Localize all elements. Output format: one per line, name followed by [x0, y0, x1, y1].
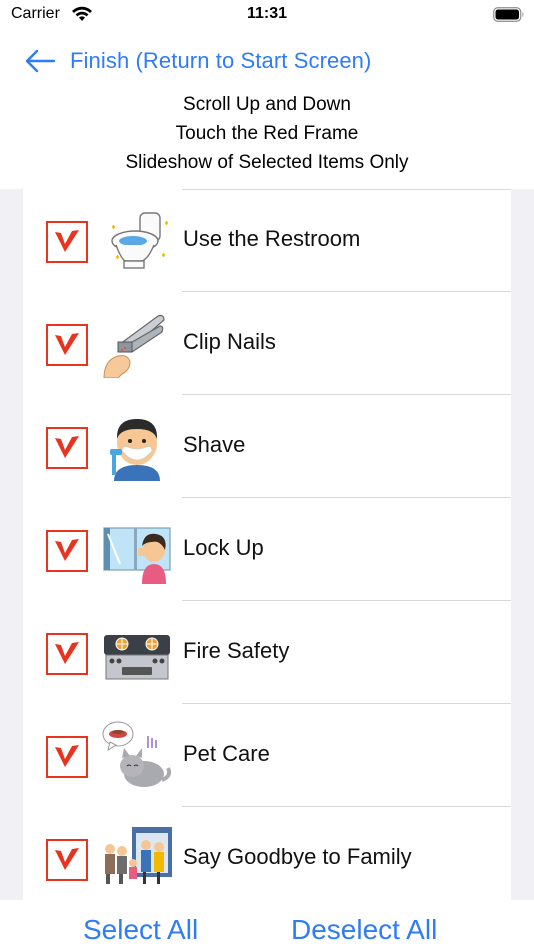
check-mark-icon — [55, 642, 79, 664]
shaving-man-icon — [110, 419, 160, 481]
item-checkbox[interactable] — [46, 530, 88, 572]
lock-window-icon — [103, 527, 171, 584]
row-divider — [182, 189, 511, 190]
toilet-icon — [111, 212, 168, 269]
back-arrow-icon — [25, 49, 56, 73]
cat-with-bowl-icon — [102, 721, 172, 787]
item-checkbox[interactable] — [46, 736, 88, 778]
bottom-toolbar: Select All Deselect All — [0, 900, 534, 950]
list-item[interactable]: Pet Care — [23, 704, 511, 807]
item-checkbox[interactable] — [46, 427, 88, 469]
family-icon — [105, 827, 172, 884]
item-label: Clip Nails — [183, 329, 276, 354]
deselect-all-button[interactable]: Deselect All — [291, 914, 437, 946]
item-label: Use the Restroom — [183, 226, 361, 251]
item-label: Shave — [183, 432, 246, 457]
status-time: 11:31 — [246, 5, 288, 22]
select-all-button[interactable]: Select All — [83, 914, 198, 946]
item-label: Lock Up — [183, 535, 264, 560]
finish-back-label: Finish (Return to Start Screen) — [70, 48, 372, 73]
item-list[interactable]: Use the Restroom Clip Nails Shave Lock U… — [0, 189, 534, 900]
item-checkbox[interactable] — [46, 221, 88, 263]
list-item[interactable]: Shave — [23, 395, 511, 498]
battery-icon — [493, 7, 524, 22]
item-list-content: Use the Restroom Clip Nails Shave Lock U… — [23, 189, 511, 900]
instruction-line: Touch the Red Frame — [175, 123, 359, 144]
finish-back-button[interactable]: Finish (Return to Start Screen) — [24, 45, 371, 77]
instructions: Scroll Up and Down Touch the Red Frame S… — [0, 90, 534, 177]
item-label: Say Goodbye to Family — [183, 844, 412, 869]
check-mark-icon — [55, 848, 79, 870]
item-checkbox[interactable] — [46, 324, 88, 366]
instruction-line: Slideshow of Selected Items Only — [125, 152, 409, 173]
nail-clipper-icon — [103, 314, 165, 378]
gas-stove-icon — [104, 635, 170, 680]
check-mark-icon — [55, 539, 79, 561]
status-bar: Carrier 11:31 — [0, 0, 534, 30]
check-mark-icon — [55, 436, 79, 458]
list-item[interactable]: Clip Nails — [23, 292, 511, 395]
list-item[interactable]: Say Goodbye to Family — [23, 807, 511, 900]
check-mark-icon — [55, 333, 79, 355]
list-item[interactable]: Lock Up — [23, 498, 511, 601]
check-mark-icon — [55, 745, 79, 767]
item-label: Pet Care — [183, 741, 270, 766]
list-item[interactable]: Fire Safety — [23, 601, 511, 704]
item-checkbox[interactable] — [46, 839, 88, 881]
list-item[interactable]: Use the Restroom — [23, 189, 511, 292]
instruction-line: Scroll Up and Down — [183, 94, 351, 115]
item-label: Fire Safety — [183, 638, 290, 663]
item-checkbox[interactable] — [46, 633, 88, 675]
check-mark-icon — [55, 230, 79, 252]
